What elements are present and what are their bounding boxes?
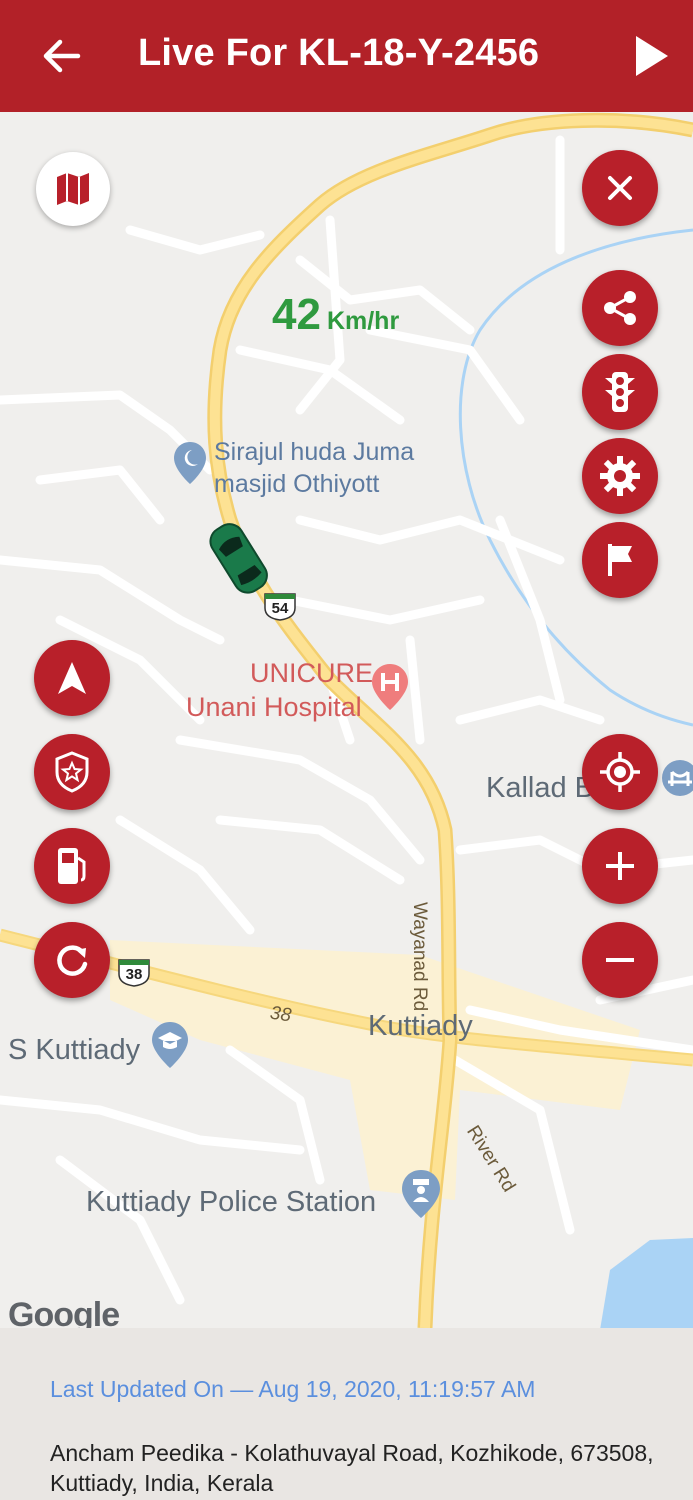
navigation-button[interactable] [34,640,110,716]
police-pin-icon[interactable] [400,1168,442,1225]
last-updated-text: Last Updated On — Aug 19, 2020, 11:19:57… [50,1376,536,1402]
map-view[interactable]: 54 38 Sirajul huda Juma masjid Othiyott … [0,112,693,1328]
refresh-icon [57,945,88,976]
school-pin-icon[interactable] [150,1020,190,1075]
zoom-out-button[interactable] [582,922,658,998]
wayanad-road-label: Wayanad Rd [409,902,430,1012]
bridge-icon[interactable] [660,758,693,803]
route-shield-54: 54 [262,590,298,627]
road-38-label: 38 [268,1002,293,1027]
zoom-in-button[interactable] [582,828,658,904]
mosque-label: Sirajul huda Juma masjid Othiyott [214,438,415,498]
mosque-pin-icon[interactable] [172,440,208,491]
fuel-pump-icon [58,848,86,884]
back-arrow-icon[interactable] [34,28,90,84]
plus-icon [606,852,634,880]
info-panel: Last Updated On — Aug 19, 2020, 11:19:57… [0,1328,693,1500]
kuttiady-label: Kuttiady [368,1010,473,1042]
close-button[interactable] [582,150,658,226]
kallad-label: Kallad B [486,772,595,804]
minus-icon [606,958,634,962]
hospital-label-1: UNICURE [250,658,374,688]
police-button[interactable] [34,734,110,810]
gear-icon [600,456,640,496]
speed-readout: 42 Km/hr [272,290,399,340]
navigation-arrow-icon [58,662,86,694]
speed-value: 42 [272,290,321,339]
close-icon [608,176,632,200]
settings-button[interactable] [582,438,658,514]
crosshair-icon [600,752,640,792]
share-button[interactable] [582,270,658,346]
map-type-button[interactable] [36,152,110,226]
route-54-label: 54 [271,600,289,617]
traffic-button[interactable] [582,354,658,430]
fuel-station-button[interactable] [34,828,110,904]
police-station-label: Kuttiady Police Station [86,1186,377,1218]
play-icon[interactable] [626,30,676,82]
s-kuttiady-label: S Kuttiady [8,1034,141,1066]
route-38-label: 38 [125,966,143,983]
shield-star-icon [55,751,89,793]
refresh-button[interactable] [34,922,110,998]
flag-button[interactable] [582,522,658,598]
page-title: Live For KL-18-Y-2456 [138,32,540,74]
traffic-light-icon [605,372,635,412]
address-text: Ancham Peedika - Kolathuvayal Road, Kozh… [50,1440,654,1496]
google-attribution: Google [8,1296,120,1328]
speed-unit: Km/hr [326,307,400,335]
my-location-button[interactable] [582,734,658,810]
app-bar: Live For KL-18-Y-2456 [0,0,693,112]
share-icon [604,291,636,325]
hospital-label-2: Unani Hospital [186,692,362,722]
map-fold-icon [57,173,89,205]
hospital-pin-icon[interactable] [370,662,410,717]
flag-icon [608,544,632,576]
route-shield-38: 38 [116,956,152,993]
